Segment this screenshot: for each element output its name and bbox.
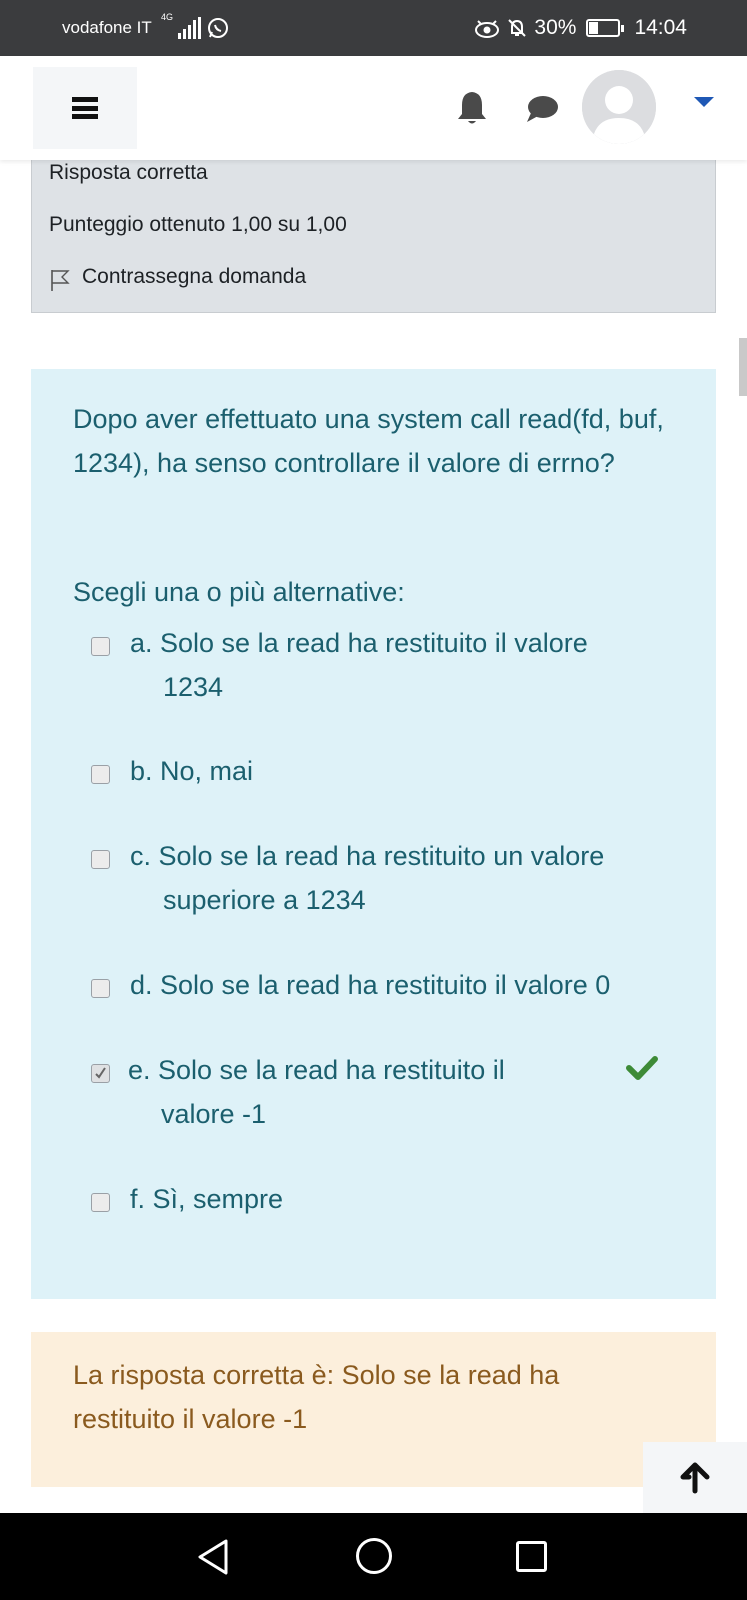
clock: 14:04 <box>634 16 687 39</box>
network-type: 4G <box>161 12 174 22</box>
checkmark-icon <box>95 1067 106 1079</box>
signal-icon <box>178 17 201 39</box>
system-nav-bar <box>0 1513 747 1600</box>
question-grade: Punteggio ottenuto 1,00 su 1,00 <box>49 213 347 236</box>
recent-apps-icon[interactable] <box>516 1541 547 1572</box>
alarm-off-icon <box>508 19 527 37</box>
answer-label: a. Solo se la read ha restituito il valo… <box>130 628 588 658</box>
answer-checkbox-checked[interactable] <box>91 1064 110 1083</box>
flag-question-link[interactable]: Contrassegna domanda <box>82 265 306 289</box>
question-state: Risposta corretta <box>49 161 208 184</box>
question-text: Dopo aver effettuato una system call rea… <box>73 404 664 478</box>
question-box: Dopo aver effettuato una system call rea… <box>31 369 716 1299</box>
chat-icon[interactable] <box>525 94 559 124</box>
answer-label-cont: valore -1 <box>161 1099 267 1129</box>
carrier-name: vodafone IT <box>62 18 152 37</box>
caret-down-icon[interactable] <box>694 97 714 107</box>
battery-icon <box>586 19 625 37</box>
answer-checkbox[interactable] <box>91 637 110 656</box>
answer-label: e. Solo se la read ha restituito il <box>128 1055 505 1085</box>
correct-answer-feedback: La risposta corretta è: Solo se la read … <box>31 1332 716 1487</box>
whatsapp-icon <box>208 18 228 38</box>
arrow-up-icon <box>680 1462 710 1493</box>
answer-label: f. Sì, sempre <box>130 1184 284 1214</box>
status-bar: vodafone IT 4G 30% 14:04 <box>0 0 747 56</box>
status-right: 30% 14:04 <box>474 16 687 40</box>
scrollbar-thumb[interactable] <box>739 338 747 396</box>
battery-percent: 30% <box>534 16 577 39</box>
answer-label-cont: superiore a 1234 <box>163 885 366 915</box>
flag-icon[interactable] <box>50 269 70 291</box>
feedback-text: La risposta corretta è: Solo se la read … <box>73 1360 560 1434</box>
avatar[interactable] <box>582 70 656 144</box>
question-info-box: Risposta corretta Punteggio ottenuto 1,0… <box>31 150 716 313</box>
home-icon[interactable] <box>356 1538 392 1574</box>
app-navbar <box>0 56 747 160</box>
answer-label: d. Solo se la read ha restituito il valo… <box>130 970 611 1000</box>
answer-checkbox[interactable] <box>91 979 110 998</box>
scroll-to-top-button[interactable] <box>643 1442 747 1513</box>
answer-label-cont: 1234 <box>163 672 224 702</box>
bell-icon[interactable] <box>455 88 489 126</box>
answer-checkbox[interactable] <box>91 850 110 869</box>
answer-prompt: Scegli una o più alternative: <box>73 577 405 607</box>
answer-checkbox[interactable] <box>91 765 110 784</box>
answer-checkbox[interactable] <box>91 1193 110 1212</box>
answer-label: b. No, mai <box>130 756 254 786</box>
hamburger-menu-icon[interactable] <box>33 67 137 149</box>
correct-checkmark-icon <box>626 1056 658 1080</box>
eye-icon <box>475 20 500 38</box>
back-icon[interactable] <box>196 1538 230 1576</box>
answer-label: c. Solo se la read ha restituito un valo… <box>130 841 605 871</box>
